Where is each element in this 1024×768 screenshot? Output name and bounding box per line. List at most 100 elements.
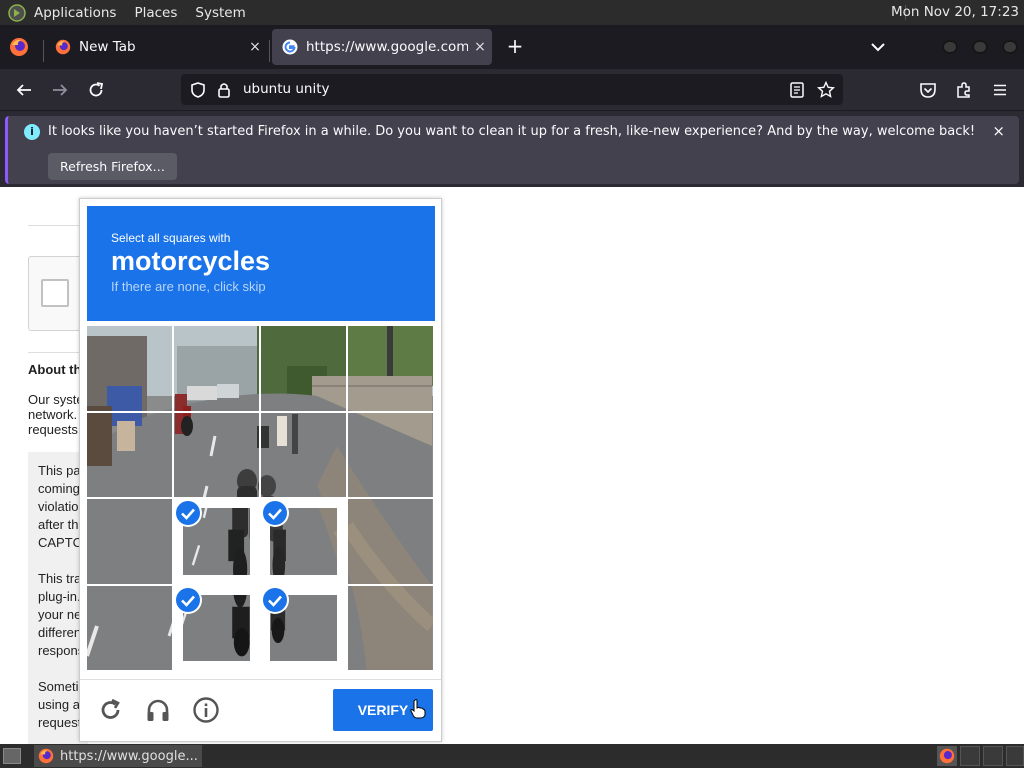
address-bar[interactable]: ubuntu unity	[181, 74, 843, 105]
reload-challenge-icon[interactable]	[97, 696, 125, 724]
navigation-toolbar: ubuntu unity	[0, 69, 1024, 110]
info-line: coming	[38, 481, 80, 496]
captcha-tile[interactable]	[87, 412, 172, 497]
selected-check-icon	[263, 501, 287, 525]
maximize-window-button[interactable]	[972, 40, 988, 54]
captcha-target: motorcycles	[111, 246, 271, 276]
captcha-tile[interactable]	[261, 499, 346, 584]
captcha-tile[interactable]	[261, 326, 346, 411]
notification-bar: i It looks like you haven’t started Fire…	[0, 110, 1024, 187]
captcha-instruction: Select all squares with	[111, 231, 231, 245]
captcha-tile[interactable]	[87, 326, 172, 411]
captcha-challenge: Select all squares with motorcycles If t…	[79, 198, 442, 742]
captcha-tile[interactable]	[348, 412, 433, 497]
pocket-icon[interactable]	[917, 79, 939, 101]
bookmark-star-icon[interactable]	[816, 80, 836, 99]
extensions-icon[interactable]	[953, 79, 975, 101]
captcha-header: Select all squares with motorcycles If t…	[87, 206, 435, 321]
workspace-4[interactable]	[1006, 746, 1024, 766]
tab-separator	[43, 40, 44, 62]
captcha-tile[interactable]	[87, 499, 172, 584]
info-line: request	[38, 715, 82, 730]
tab-label: https://www.google.com/se	[306, 39, 468, 55]
firefox-view-icon[interactable]	[9, 37, 29, 57]
tab-separator	[269, 40, 270, 62]
about-heading: About th	[28, 362, 82, 377]
captcha-tile[interactable]	[87, 585, 172, 670]
google-favicon-icon	[282, 39, 298, 55]
workspace-2[interactable]	[960, 746, 980, 766]
info-line: This tra	[38, 571, 82, 586]
selected-check-icon	[263, 587, 287, 612]
hand-cursor-icon	[410, 699, 426, 719]
chevron-down-icon[interactable]	[868, 37, 888, 57]
captcha-tile[interactable]	[348, 499, 433, 584]
show-desktop-button[interactable]	[3, 748, 21, 764]
recaptcha-checkbox[interactable]	[41, 279, 69, 307]
address-input[interactable]: ubuntu unity	[243, 81, 330, 97]
workspace-3[interactable]	[983, 746, 1003, 766]
captcha-image-grid	[87, 326, 435, 672]
info-line: This pa	[38, 463, 81, 478]
clock[interactable]: Mon Nov 20, 17:23	[891, 4, 1019, 20]
captcha-subtext: If there are none, click skip	[111, 279, 266, 294]
info-paragraph: This pa coming violatio after th CAPTC	[38, 462, 82, 552]
info-line: respons	[38, 643, 85, 658]
refresh-firefox-notification: i It looks like you haven’t started Fire…	[5, 116, 1019, 184]
captcha-tile[interactable]	[174, 412, 259, 497]
reload-icon[interactable]	[85, 79, 107, 101]
distro-logo-icon[interactable]	[8, 3, 26, 22]
tab-close-icon[interactable]: ×	[243, 39, 267, 55]
selected-check-icon	[176, 501, 200, 525]
info-paragraph: Someti using a request	[38, 678, 81, 732]
tab-new-tab[interactable]: New Tab ×	[45, 29, 267, 65]
forward-arrow-icon[interactable]	[49, 79, 71, 101]
captcha-tile[interactable]	[261, 585, 346, 670]
reader-view-icon[interactable]	[788, 81, 806, 99]
info-line: after th	[38, 517, 79, 532]
taskbar-window-label: https://www.google...	[60, 748, 198, 764]
system-menu[interactable]: System	[195, 5, 245, 21]
firefox-favicon-icon	[55, 39, 71, 55]
places-menu[interactable]: Places	[134, 5, 177, 21]
close-icon[interactable]: ×	[992, 122, 1005, 140]
close-window-button[interactable]	[1002, 40, 1018, 54]
about-line: requests	[28, 422, 78, 437]
workspace-1[interactable]	[937, 746, 957, 766]
shield-icon[interactable]	[189, 81, 207, 99]
info-line: using a	[38, 697, 80, 712]
info-icon[interactable]	[192, 696, 220, 724]
info-line: plug-in.	[38, 589, 81, 604]
info-icon: i	[24, 124, 40, 140]
new-tab-icon[interactable]: +	[503, 35, 527, 59]
tab-google[interactable]: https://www.google.com/se ×	[272, 29, 492, 65]
selected-check-icon	[176, 587, 200, 612]
divider	[80, 679, 441, 680]
hamburger-menu-icon[interactable]	[989, 79, 1011, 101]
about-line: Our syste	[28, 392, 84, 407]
captcha-tile[interactable]	[174, 326, 259, 411]
info-paragraph: This tra plug-in. your ne differen respo…	[38, 570, 84, 660]
info-line: violatio	[38, 499, 79, 514]
refresh-firefox-button[interactable]: Refresh Firefox…	[48, 153, 178, 180]
captcha-tile[interactable]	[174, 499, 259, 584]
applications-menu[interactable]: Applications	[34, 5, 116, 21]
info-line: your ne	[38, 607, 82, 622]
info-line: Someti	[38, 679, 79, 694]
tab-strip: New Tab × https://www.google.com/se × +	[0, 25, 1024, 69]
tab-label: New Tab	[79, 39, 136, 55]
captcha-tile[interactable]	[348, 585, 433, 670]
back-arrow-icon[interactable]	[13, 79, 35, 101]
about-line: network.	[28, 407, 78, 422]
headphones-icon[interactable]	[144, 696, 172, 724]
taskbar-window-firefox[interactable]: https://www.google...	[34, 745, 202, 767]
lock-icon[interactable]	[216, 81, 232, 99]
captcha-tile[interactable]	[174, 585, 259, 670]
top-panel: Applications Places System Mon Nov 20, 1…	[0, 0, 1024, 25]
taskbar: https://www.google...	[0, 744, 1024, 768]
minimize-window-button[interactable]	[942, 40, 958, 54]
tab-close-icon[interactable]: ×	[468, 39, 492, 55]
info-line: differen	[38, 625, 82, 640]
captcha-tile[interactable]	[348, 326, 433, 411]
captcha-tile[interactable]	[261, 412, 346, 497]
